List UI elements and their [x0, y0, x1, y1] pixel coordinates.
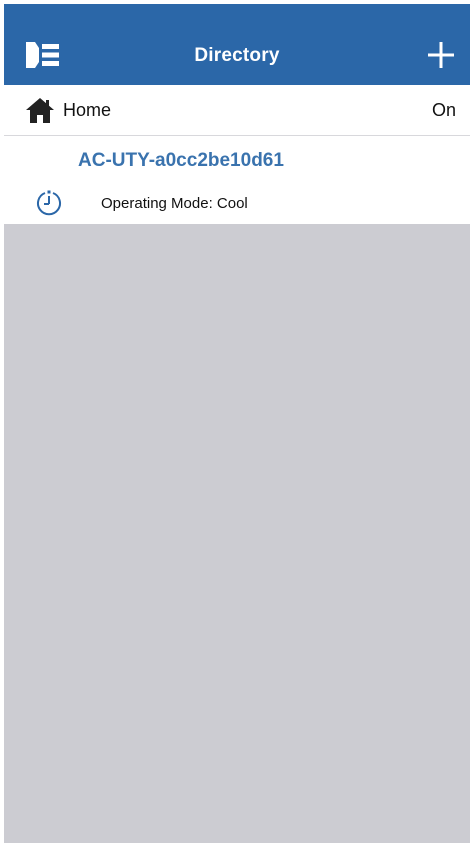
- device-name: AC-UTY-a0cc2be10d61: [78, 150, 284, 171]
- operating-mode-label: Operating Mode: Cool: [101, 195, 248, 212]
- timer-icon: [37, 190, 61, 216]
- location-row-home[interactable]: Home On: [4, 85, 470, 136]
- home-icon: [26, 98, 54, 123]
- empty-list-area: [4, 224, 470, 843]
- add-button[interactable]: [426, 40, 456, 70]
- app-screen: Directory Home On AC-UTY-a0cc2be10d61 Op…: [4, 4, 470, 843]
- nav-header: Directory: [4, 4, 470, 85]
- location-status: On: [431, 100, 456, 120]
- location-name: Home: [63, 100, 112, 120]
- page-title: Directory: [194, 45, 280, 66]
- device-card[interactable]: AC-UTY-a0cc2be10d61 Operating Mode: Cool: [4, 136, 470, 224]
- plus-icon: [428, 42, 454, 68]
